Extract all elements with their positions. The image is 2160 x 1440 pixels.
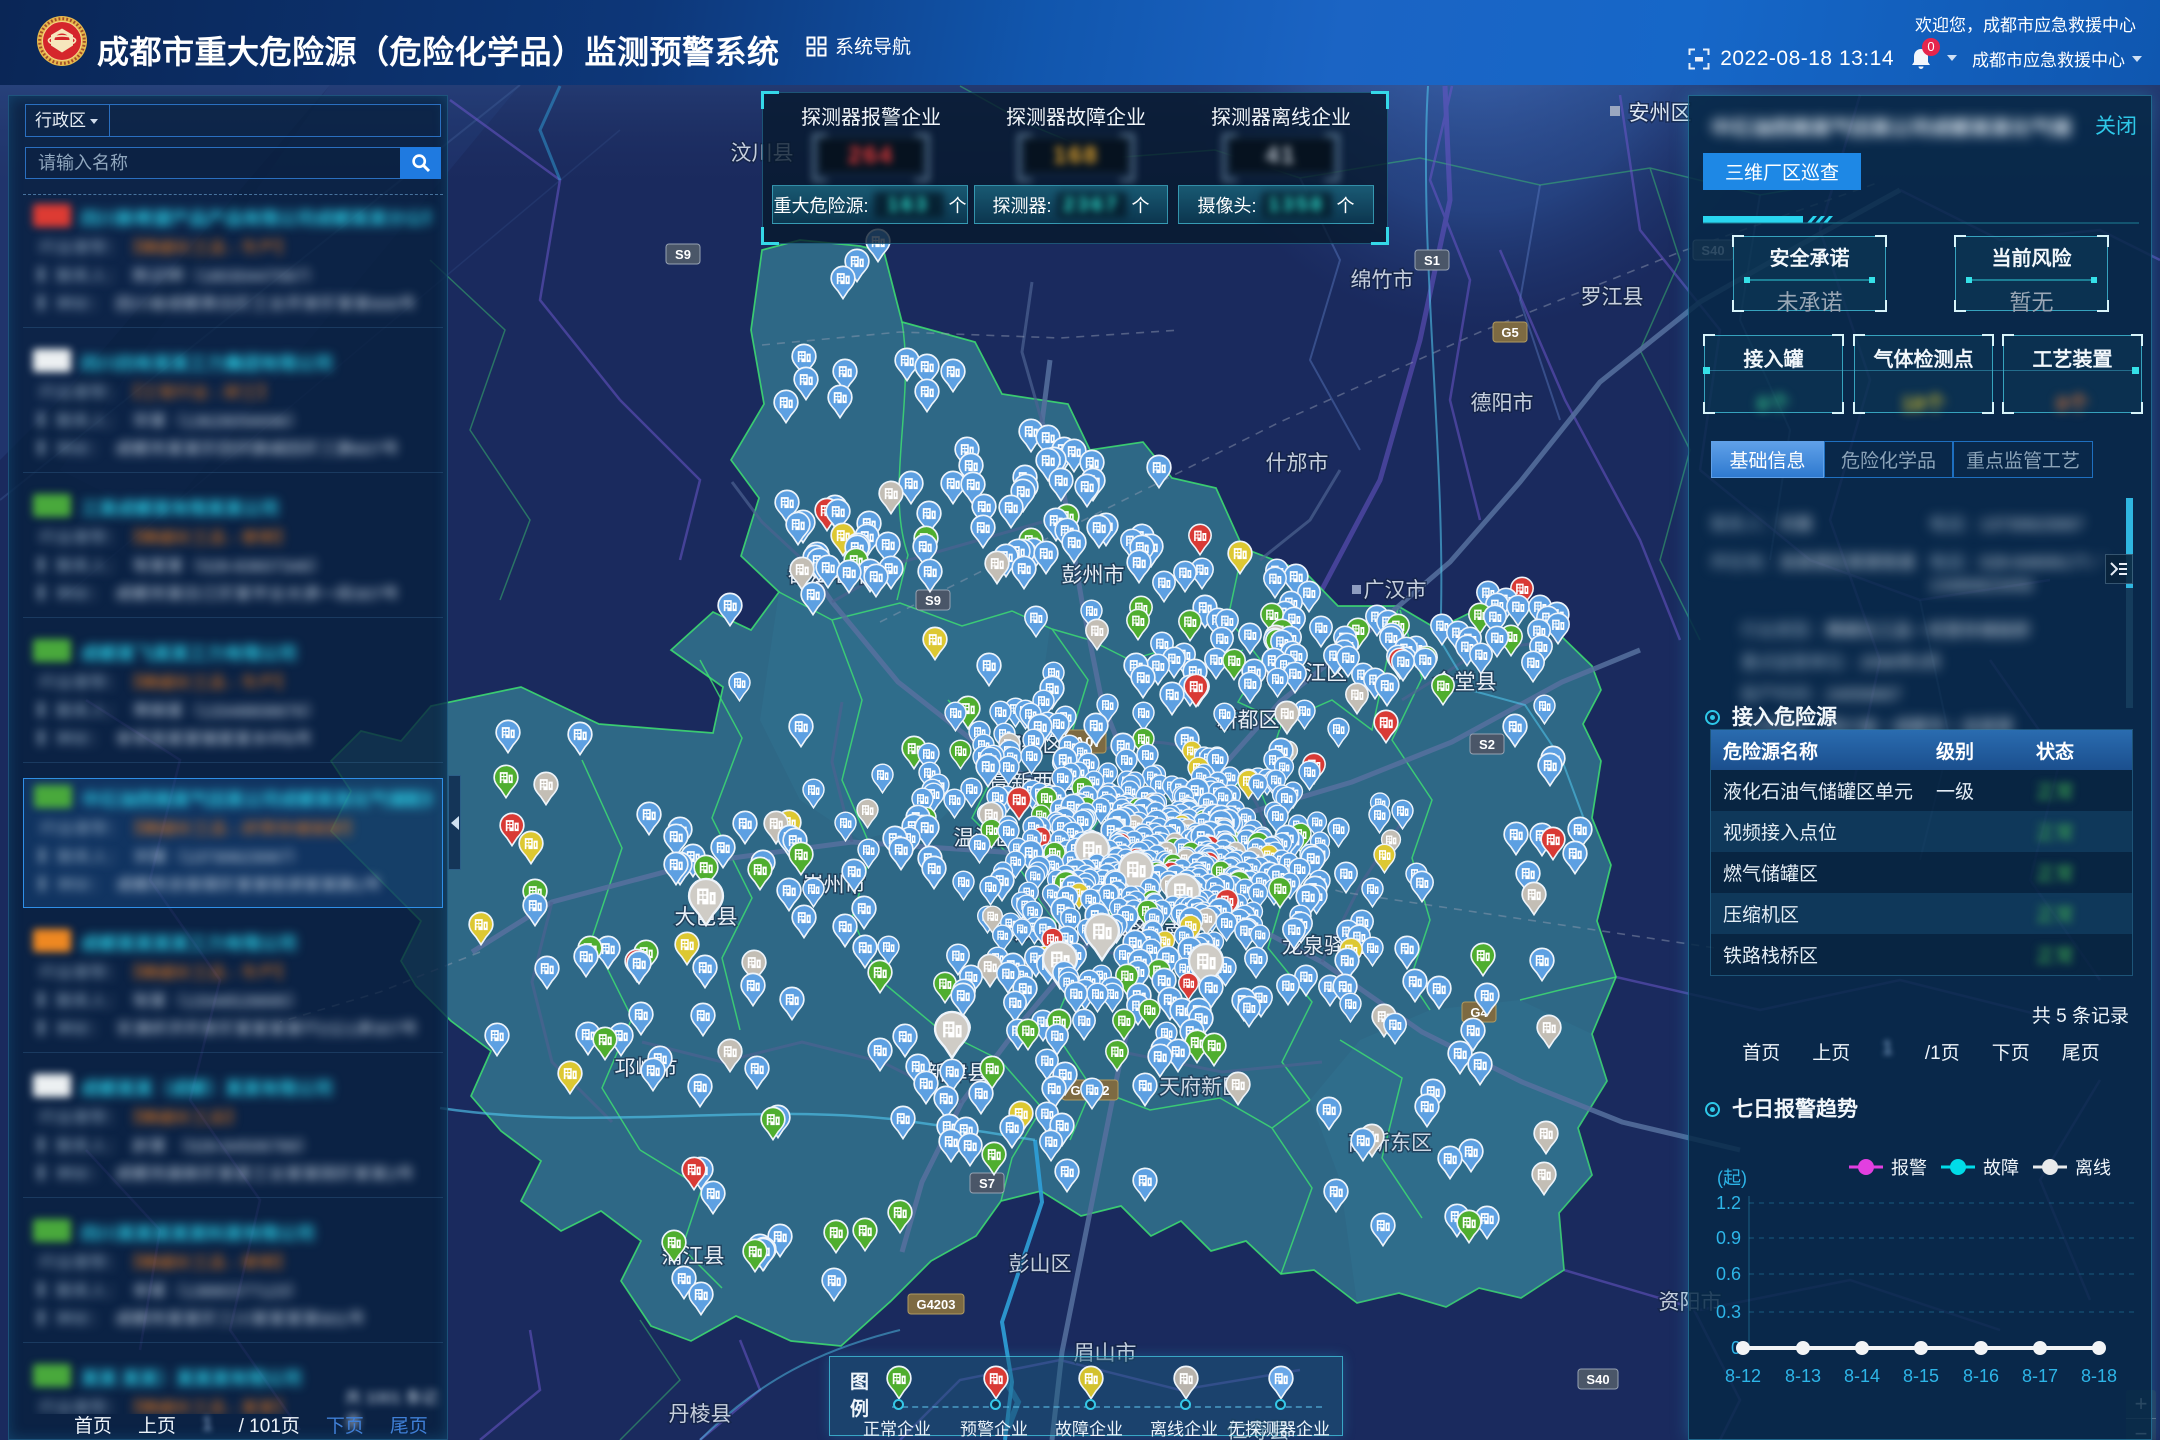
svg-text:(起): (起) <box>1717 1168 1747 1188</box>
svg-text:广汉市: 广汉市 <box>1364 579 1427 602</box>
svg-text:0.9: 0.9 <box>1716 1228 1741 1248</box>
svg-text:彭山区: 彭山区 <box>1009 1253 1072 1276</box>
svg-text:德阳市: 德阳市 <box>1471 392 1534 415</box>
svg-text:S9: S9 <box>925 593 941 608</box>
svg-text:S40: S40 <box>1586 1372 1609 1387</box>
svg-text:G4203: G4203 <box>916 1297 955 1312</box>
svg-text:S2: S2 <box>1479 737 1495 752</box>
svg-text:绵竹市: 绵竹市 <box>1351 269 1414 292</box>
svg-text:8-14: 8-14 <box>1844 1366 1880 1386</box>
svg-text:故障: 故障 <box>1983 1158 2019 1178</box>
svg-text:1.2: 1.2 <box>1716 1193 1741 1213</box>
svg-text:8-12: 8-12 <box>1725 1366 1761 1386</box>
svg-text:S7: S7 <box>979 1176 995 1191</box>
svg-text:罗江县: 罗江县 <box>1581 286 1644 309</box>
svg-text:8-17: 8-17 <box>2022 1366 2058 1386</box>
svg-text:S9: S9 <box>675 247 691 262</box>
svg-text:离线: 离线 <box>2075 1158 2111 1178</box>
svg-text:G5: G5 <box>1501 325 1518 340</box>
svg-text:S1: S1 <box>1424 253 1440 268</box>
svg-text:8-18: 8-18 <box>2081 1366 2117 1386</box>
svg-text:8-15: 8-15 <box>1903 1366 1939 1386</box>
svg-text:安州区: 安州区 <box>1629 102 1692 125</box>
svg-text:8-16: 8-16 <box>1963 1366 1999 1386</box>
svg-text:彭州市: 彭州市 <box>1062 564 1125 587</box>
svg-text:丹棱县: 丹棱县 <box>669 1403 732 1426</box>
svg-text:8-13: 8-13 <box>1785 1366 1821 1386</box>
svg-text:什邡市: 什邡市 <box>1266 452 1329 475</box>
svg-text:0.3: 0.3 <box>1716 1302 1741 1322</box>
svg-text:报警: 报警 <box>1891 1158 1927 1178</box>
svg-text:0.6: 0.6 <box>1716 1264 1741 1284</box>
